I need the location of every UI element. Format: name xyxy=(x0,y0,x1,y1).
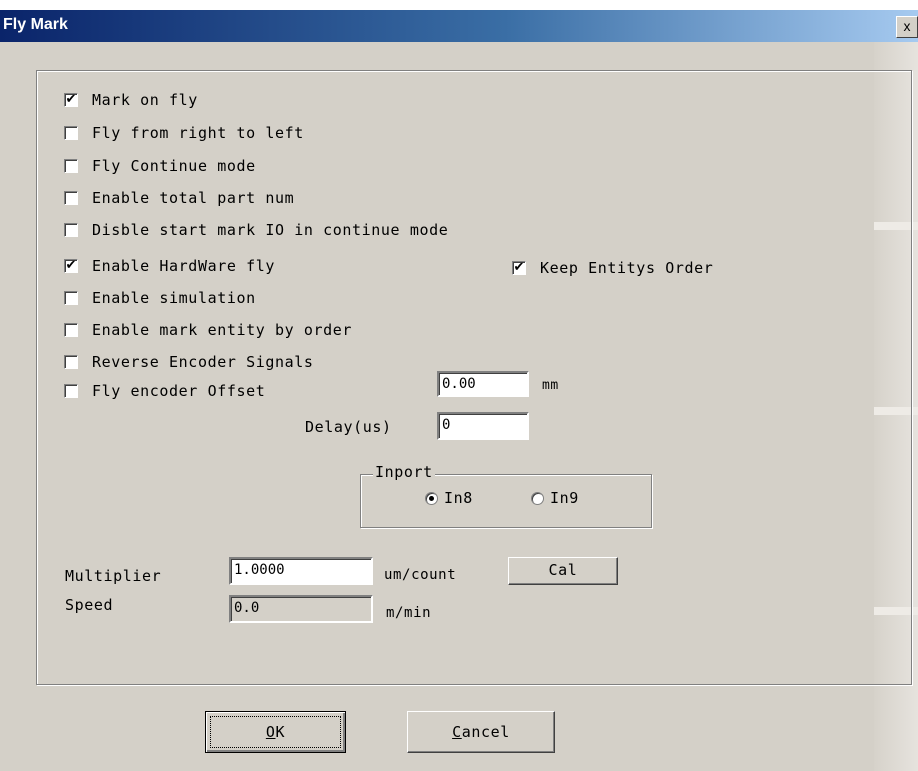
inport-legend: Inport xyxy=(373,463,435,481)
screen-top-edge xyxy=(0,0,918,10)
checkbox-row[interactable]: ✔ Enable HardWare fly xyxy=(64,256,275,276)
keep-entitys-order-checkbox[interactable]: ✔ Keep Entitys Order xyxy=(512,258,713,278)
checkbox-row[interactable]: Fly from right to left xyxy=(64,123,304,143)
checkbox-box[interactable]: ✔ xyxy=(64,259,78,273)
cancel-mnemonic: C xyxy=(452,723,462,741)
checkbox-box[interactable] xyxy=(64,126,78,140)
checkbox-row[interactable]: Reverse Encoder Signals xyxy=(64,352,314,372)
checkbox-box[interactable] xyxy=(64,355,78,369)
checkbox-label: Enable mark entity by order xyxy=(92,321,353,339)
radio-in8[interactable]: In8 xyxy=(425,488,473,508)
checkbox-label: Fly encoder Offset xyxy=(92,382,266,400)
radio-label: In8 xyxy=(444,489,473,507)
radio-selected-dot xyxy=(429,495,434,501)
checkbox-row[interactable]: Fly Continue mode xyxy=(64,156,256,176)
checkbox-row[interactable]: Enable mark entity by order xyxy=(64,320,352,340)
window-title: Fly Mark xyxy=(3,16,68,33)
radio-label: In9 xyxy=(550,489,579,507)
checkbox-box[interactable] xyxy=(64,191,78,205)
close-icon[interactable]: x xyxy=(896,16,918,38)
delay-label: Delay(us) xyxy=(305,418,392,436)
checkbox-label: Fly from right to left xyxy=(92,124,304,142)
checkbox-row[interactable]: ✔ Mark on fly xyxy=(64,90,198,110)
multiplier-label: Multiplier xyxy=(65,567,162,585)
checkbox-label: Enable HardWare fly xyxy=(92,257,275,275)
checkbox-row[interactable]: Fly encoder Offset xyxy=(64,381,265,401)
fly-encoder-offset-input[interactable]: 0.00 xyxy=(437,371,529,397)
checkbox-box[interactable] xyxy=(64,291,78,305)
checkbox-box[interactable]: ✔ xyxy=(512,261,526,275)
cancel-label: ancel xyxy=(461,723,510,741)
cancel-button[interactable]: Cancel xyxy=(407,711,555,753)
checkbox-row[interactable]: Enable simulation xyxy=(64,288,256,308)
checkbox-label: Disble start mark IO in continue mode xyxy=(92,221,449,239)
inport-group: Inport In8 In9 xyxy=(360,463,652,528)
checkbox-row[interactable]: Disble start mark IO in continue mode xyxy=(64,220,448,240)
speed-label: Speed xyxy=(65,596,114,614)
checkbox-box[interactable] xyxy=(64,323,78,337)
offset-unit: mm xyxy=(542,378,559,393)
checkbox-label: Mark on fly xyxy=(92,91,198,109)
multiplier-input[interactable]: 1.0000 xyxy=(229,557,373,585)
cal-button[interactable]: Cal xyxy=(508,557,618,585)
checkbox-label: Keep Entitys Order xyxy=(540,259,714,277)
checkbox-label: Reverse Encoder Signals xyxy=(92,353,314,371)
delay-input[interactable]: 0 xyxy=(437,412,529,440)
title-bar: Fly Mark x xyxy=(0,10,918,42)
checkbox-label: Enable simulation xyxy=(92,289,256,307)
checkbox-box[interactable]: ✔ xyxy=(64,93,78,107)
radio-in9[interactable]: In9 xyxy=(531,488,579,508)
radio-button[interactable] xyxy=(425,491,438,505)
focus-ring xyxy=(210,716,341,748)
checkbox-box[interactable] xyxy=(64,159,78,173)
checkbox-box[interactable] xyxy=(64,384,78,398)
radio-button[interactable] xyxy=(531,491,544,505)
ok-button[interactable]: OK xyxy=(205,711,346,753)
checkbox-label: Enable total part num xyxy=(92,189,295,207)
multiplier-unit: um/count xyxy=(384,567,457,583)
checkbox-label: Fly Continue mode xyxy=(92,157,256,175)
checkbox-row[interactable]: Enable total part num xyxy=(64,188,294,208)
speed-readout: 0.0 xyxy=(229,595,373,623)
speed-unit: m/min xyxy=(386,605,432,621)
checkbox-box[interactable] xyxy=(64,223,78,237)
